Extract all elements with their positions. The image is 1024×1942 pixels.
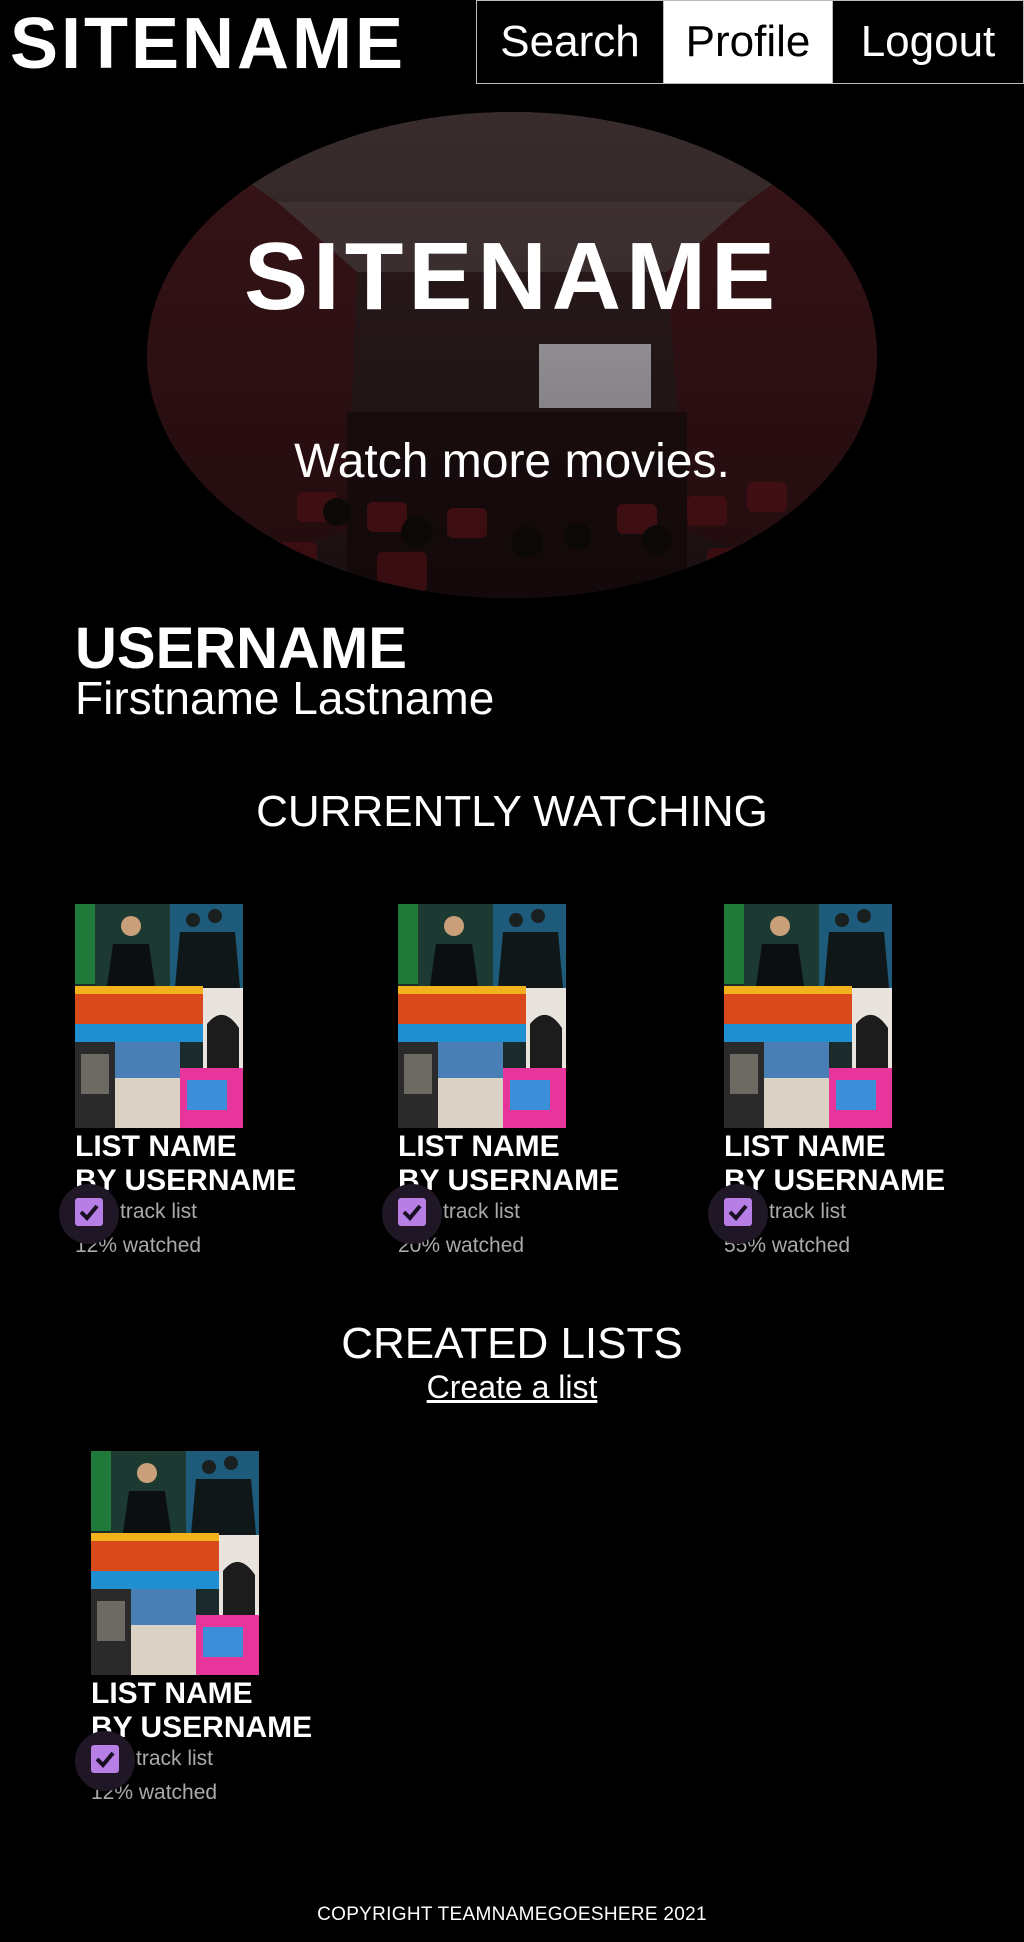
track-list-label: track list xyxy=(443,1200,521,1223)
watched-percentage: 12% watched xyxy=(91,1781,218,1804)
hero-tagline: Watch more movies. xyxy=(294,435,730,488)
check-icon xyxy=(95,1751,115,1768)
list-card: LIST NAME BY USERNAME track list 12% wat… xyxy=(75,1451,351,1805)
check-icon xyxy=(402,1204,422,1221)
track-list-checkbox[interactable] xyxy=(724,1198,752,1226)
track-list-checkbox[interactable] xyxy=(91,1745,119,1773)
track-list-checkbox[interactable] xyxy=(398,1198,426,1226)
track-list-label: track list xyxy=(120,1200,198,1223)
list-name[interactable]: LIST NAME xyxy=(91,1679,351,1709)
footer-copyright: COPYRIGHT TEAMNAMEGOESHERE 2021 xyxy=(317,1904,707,1925)
list-name[interactable]: LIST NAME xyxy=(75,1132,335,1162)
watched-percentage: 55% watched xyxy=(724,1234,851,1257)
watched-percentage: 20% watched xyxy=(398,1234,525,1257)
list-poster-image[interactable] xyxy=(398,904,566,1128)
nav-logout-button[interactable]: Logout xyxy=(832,1,1023,83)
nav-search-button[interactable]: Search xyxy=(477,1,664,83)
track-list-toggle: track list xyxy=(75,1731,351,1791)
list-author: BY USERNAME xyxy=(724,1164,946,1197)
list-poster-image[interactable] xyxy=(724,904,892,1128)
nav-profile-button[interactable]: Profile xyxy=(664,1,832,83)
list-name[interactable]: LIST NAME xyxy=(724,1132,984,1162)
track-list-toggle: track list xyxy=(382,1184,658,1244)
site-logo[interactable]: SITENAME xyxy=(10,2,406,86)
top-nav: Search Profile Logout xyxy=(476,0,1024,84)
list-poster-image[interactable] xyxy=(75,904,243,1128)
profile-username: USERNAME xyxy=(75,616,407,681)
check-icon xyxy=(79,1204,99,1221)
check-icon xyxy=(728,1204,748,1221)
list-author: BY USERNAME xyxy=(398,1164,620,1197)
track-list-toggle: track list xyxy=(59,1184,335,1244)
list-card: LIST NAME BY USERNAME track list 12% wat… xyxy=(59,904,335,1258)
track-list-label: track list xyxy=(136,1747,214,1770)
list-poster-image[interactable] xyxy=(91,1451,259,1675)
track-list-checkbox[interactable] xyxy=(75,1198,103,1226)
create-list-link[interactable]: Create a list xyxy=(0,1368,1024,1406)
list-name[interactable]: LIST NAME xyxy=(398,1132,658,1162)
list-card: LIST NAME BY USERNAME track list 55% wat… xyxy=(708,904,984,1258)
currently-watching-heading: CURRENTLY WATCHING xyxy=(256,787,768,836)
track-list-toggle: track list xyxy=(708,1184,984,1244)
created-lists-heading: CREATED LISTS xyxy=(341,1319,683,1368)
track-list-label: track list xyxy=(769,1200,847,1223)
list-author: BY USERNAME xyxy=(75,1164,297,1197)
list-card: LIST NAME BY USERNAME track list 20% wat… xyxy=(382,904,658,1258)
watched-percentage: 12% watched xyxy=(75,1234,202,1257)
list-author: BY USERNAME xyxy=(91,1711,313,1744)
hero-banner: SITENAME Watch more movies. xyxy=(147,112,877,598)
hero-title: SITENAME xyxy=(243,223,781,330)
cinema-theater-image xyxy=(147,112,877,598)
profile-full-name: Firstname Lastname xyxy=(75,672,495,724)
